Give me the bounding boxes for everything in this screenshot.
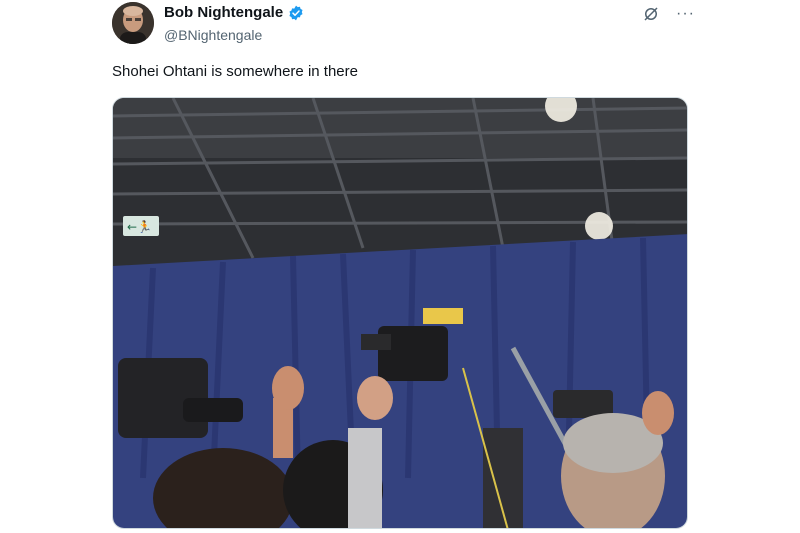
profile-photo bbox=[112, 2, 154, 44]
tweet-text: Shohei Ohtani is somewhere in there bbox=[112, 63, 358, 80]
avatar[interactable] bbox=[112, 2, 154, 44]
author-name-row: Bob Nightengale bbox=[164, 4, 304, 21]
tweet-photo[interactable]: ←🏃 bbox=[112, 97, 688, 529]
verified-badge-icon bbox=[289, 5, 303, 20]
author-name[interactable]: Bob Nightengale bbox=[164, 4, 283, 21]
photo: ←🏃 bbox=[113, 98, 687, 528]
author-handle[interactable]: @BNightengale bbox=[164, 27, 262, 43]
exit-sign: ←🏃 bbox=[127, 220, 152, 234]
tweet-card: Bob Nightengale @BNightengale ··· Shohei… bbox=[0, 0, 800, 533]
header-actions: ··· bbox=[642, 5, 695, 23]
more-icon[interactable]: ··· bbox=[676, 6, 695, 22]
grok-icon[interactable] bbox=[642, 5, 660, 23]
